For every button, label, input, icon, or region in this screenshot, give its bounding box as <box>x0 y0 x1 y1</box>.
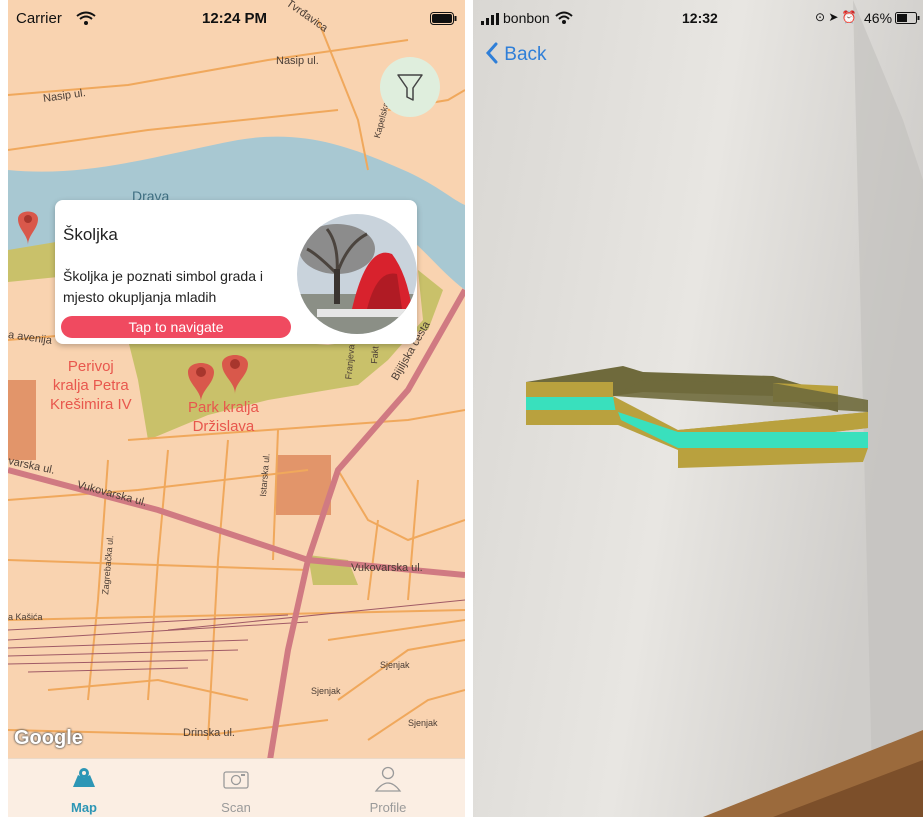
carrier-label: bonbon <box>503 10 550 26</box>
callout-description: Školjka je poznati simbol grada i mjesto… <box>63 268 263 305</box>
location-callout[interactable]: Školjka Školjka je poznati simbol grada … <box>55 200 417 344</box>
signal-icon <box>481 13 499 25</box>
wifi-icon <box>76 11 96 25</box>
map-label: Sjenjak <box>311 686 341 696</box>
tab-label: Map <box>71 800 97 815</box>
callout-title: Školjka <box>63 225 118 244</box>
map-label: Fakt <box>369 345 381 365</box>
status-bar: Carrier 12:24 PM <box>8 0 465 36</box>
map-screen: Tvrđavica Nasip ul. Nasip ul. Kapelska D… <box>8 0 465 817</box>
chevron-left-icon <box>485 42 498 64</box>
location-photo <box>297 214 417 334</box>
ar-screen: bonbon 12:32 ⊙ ➤ ⏰ 46% Back <box>473 0 923 817</box>
clock: 12:32 <box>682 10 718 26</box>
map-label: Drinska ul. <box>183 727 235 739</box>
navigate-button[interactable]: Tap to navigate <box>61 316 291 338</box>
park-label-drzislava: Park kralja Držislava <box>188 399 259 435</box>
google-logo: Google <box>14 727 83 749</box>
map-label: Sjenjak <box>380 660 410 670</box>
tab-map[interactable]: Map <box>24 765 144 815</box>
wifi-icon <box>555 11 573 24</box>
park-label-perivoj: Perivoj kralja Petra Krešimira IV <box>50 358 132 413</box>
filter-button[interactable] <box>380 57 440 117</box>
status-bar: bonbon 12:32 ⊙ ➤ ⏰ 46% <box>473 0 923 36</box>
battery-percent: 46% <box>864 10 893 26</box>
map-label: Nasip ul. <box>276 55 319 67</box>
battery-icon <box>895 12 920 24</box>
battery-icon <box>430 12 457 25</box>
profile-icon <box>374 766 402 792</box>
filter-icon <box>397 74 423 101</box>
tab-label: Profile <box>369 800 407 815</box>
back-button[interactable]: Back <box>485 42 547 66</box>
tab-label: Scan <box>221 800 251 815</box>
tab-bar: Map Scan Profile <box>8 758 465 817</box>
status-icons: ⊙ ➤ ⏰ <box>815 10 857 24</box>
map-label: Sjenjak <box>408 718 438 728</box>
tab-profile[interactable]: Profile <box>328 765 448 815</box>
camera-view <box>473 0 923 817</box>
clock: 12:24 PM <box>202 10 268 27</box>
map-icon <box>73 768 95 787</box>
carrier-label: Carrier <box>16 10 62 27</box>
map-label: a Kašića <box>8 612 43 622</box>
camera-icon <box>223 771 249 789</box>
map-label: Vukovarska ul. <box>351 562 423 574</box>
back-label: Back <box>504 44 547 65</box>
tab-scan[interactable]: Scan <box>176 765 296 815</box>
